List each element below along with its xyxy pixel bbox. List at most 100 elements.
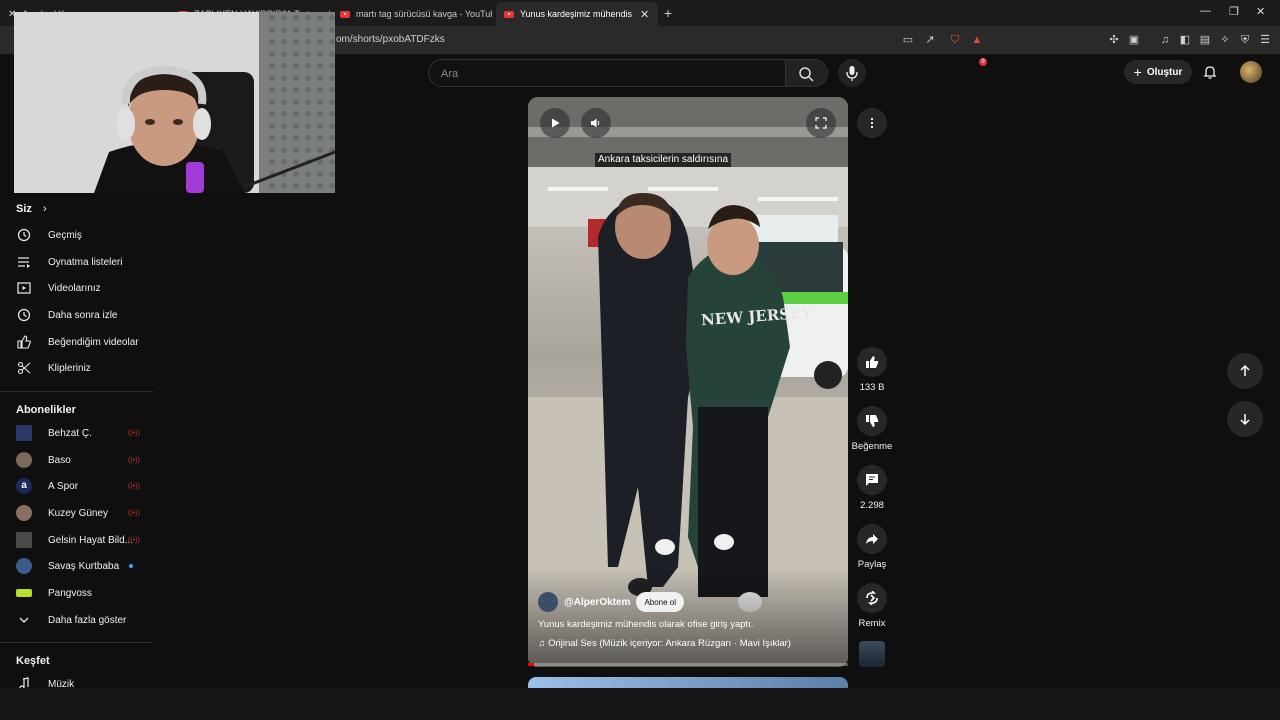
volume-button[interactable] — [581, 108, 611, 138]
progress-fill — [528, 663, 535, 666]
menu-icon[interactable]: ☰ — [1258, 33, 1272, 47]
share-page-icon[interactable]: ↗ — [923, 33, 937, 47]
you-section-title[interactable]: Siz › — [16, 203, 47, 215]
comment-icon — [866, 474, 878, 486]
search-button[interactable] — [786, 59, 828, 87]
sidebar-item-label: Oynatma listeleri — [48, 256, 123, 268]
sidebar-subscription[interactable]: Kuzey Güney ((•)) — [16, 503, 152, 523]
sidebar-item-label: Savaş Kurtbaba — [48, 560, 120, 572]
create-button[interactable]: + Oluştur — [1124, 60, 1192, 84]
sidebar-item-watch-later[interactable]: Daha sonra izle — [16, 305, 152, 325]
notifications-button[interactable] — [1202, 64, 1218, 85]
thumb-down-icon — [866, 415, 879, 427]
music-note-icon: ♫ — [538, 638, 546, 649]
comments-button[interactable] — [857, 465, 887, 495]
share-icon — [866, 534, 878, 544]
sidebar-item-label: Gelsin Hayat Bild... — [48, 534, 134, 546]
video-title[interactable]: Yunus kardeşimiz mühendis olarak ofise g… — [538, 619, 753, 630]
subscribe-button[interactable]: Abone ol — [636, 592, 685, 612]
play-button[interactable] — [540, 108, 570, 138]
chevron-down-icon — [16, 612, 32, 628]
channel-avatar — [16, 532, 32, 548]
like-button[interactable] — [857, 347, 887, 377]
brave-shield-icon[interactable]: ⛉ — [948, 33, 962, 47]
tab-label: Yunus kardeşimiz mühendis olar — [520, 9, 632, 19]
sidebar-item-your-videos[interactable]: Videolarınız — [16, 278, 152, 298]
arrow-up-icon — [1240, 364, 1250, 376]
sidebar-item-label: Videolarınız — [48, 282, 101, 294]
show-more-button[interactable]: Daha fazla göster — [16, 610, 152, 630]
fullscreen-button[interactable] — [806, 108, 836, 138]
youtube-favicon-icon — [340, 10, 350, 18]
dislike-button[interactable] — [857, 406, 887, 436]
music-text: Orijinal Ses (Müzik içeriyor: Ankara Rüz… — [548, 638, 791, 649]
sidebar-subscription[interactable]: Pangvoss — [16, 583, 152, 603]
brave-rewards-icon[interactable]: ▲ — [970, 33, 984, 47]
close-tab-icon[interactable]: ✕ — [640, 8, 649, 21]
sidebar-subscription[interactable]: Baso ((•)) — [16, 450, 152, 470]
live-icon: ((•)) — [128, 536, 140, 544]
minimize-icon[interactable]: — — [1200, 5, 1211, 17]
sidebar-item-label: A Spor — [48, 480, 79, 492]
live-icon: ((•)) — [128, 509, 140, 517]
new-tab-button[interactable]: + — [664, 5, 672, 21]
channel-avatar — [16, 589, 32, 597]
voice-search-button[interactable] — [838, 59, 866, 87]
sidebar-divider — [0, 391, 153, 392]
leo-ai-icon[interactable]: ✧ — [1218, 33, 1232, 47]
remix-button[interactable] — [857, 583, 887, 613]
browser-tab[interactable]: martı tag sürücüsü kavga - YouTube — [332, 2, 492, 26]
cast-icon[interactable]: ▭ — [901, 33, 915, 47]
webcam-overlay — [14, 12, 335, 193]
close-window-icon[interactable]: ✕ — [1256, 5, 1265, 18]
wallet-icon[interactable]: ▣ — [1127, 33, 1141, 47]
sidebar-subscription[interactable]: Gelsin Hayat Bild... ((•)) — [16, 530, 152, 550]
video-progress-bar[interactable] — [528, 663, 848, 666]
volume-icon — [591, 118, 600, 128]
browser-tab-active[interactable]: Yunus kardeşimiz mühendis olar ✕ — [496, 2, 658, 26]
arrow-down-icon — [1240, 414, 1250, 426]
more-options-button[interactable] — [857, 108, 887, 138]
sidebar-item-playlists[interactable]: Oynatma listeleri — [16, 252, 152, 272]
wallet-card-icon[interactable]: ▤ — [1198, 33, 1212, 47]
next-short-button[interactable] — [1227, 401, 1263, 437]
extensions-icon[interactable]: ✣ — [1107, 33, 1121, 47]
sidebar-item-liked-videos[interactable]: Beğendiğim videolar — [16, 332, 152, 352]
sidebar-item-clips[interactable]: Klipleriniz — [16, 358, 152, 378]
channel-name[interactable]: @AlperOktem — [564, 597, 630, 608]
restore-icon[interactable]: ❐ — [1229, 5, 1239, 18]
previous-short-button[interactable] — [1227, 353, 1263, 389]
thumb-up-icon — [16, 334, 32, 350]
video-icon — [16, 280, 32, 296]
live-icon: ((•)) — [128, 456, 140, 464]
search-input[interactable]: Ara — [428, 59, 786, 87]
microphone-icon — [846, 66, 858, 81]
subscriptions-title: Abonelikler — [16, 404, 76, 416]
video-frame: NEW JERSEY — [528, 97, 848, 667]
sidebar-item-label: Behzat Ç. — [48, 427, 92, 439]
music-attribution[interactable]: ♫ Orijinal Ses (Müzik içeriyor: Ankara Rü… — [538, 638, 791, 649]
search-icon — [799, 67, 814, 82]
youtube-favicon-icon — [504, 10, 514, 18]
comment-count: 2.298 — [860, 500, 884, 511]
sidebar-item-label: Geçmiş — [48, 229, 82, 241]
sound-thumbnail[interactable] — [859, 641, 885, 667]
short-video-player[interactable]: NEW JERSEY — [528, 97, 848, 667]
account-avatar[interactable] — [1240, 61, 1262, 83]
sidebar-subscription[interactable]: Savaş Kurtbaba — [16, 556, 152, 576]
sidebar-item-label: Kuzey Güney — [48, 507, 109, 519]
media-icon[interactable]: ♫ — [1158, 33, 1172, 47]
share-button[interactable] — [857, 524, 887, 554]
sidebar-item-history[interactable]: Geçmiş — [16, 225, 152, 245]
sidebar-subscription[interactable]: a A Spor ((•)) — [16, 476, 152, 496]
video-caption: Ankara taksicilerin saldırısına — [595, 153, 732, 167]
vpn-shield-icon[interactable]: ⛨ — [1238, 33, 1252, 47]
url-field[interactable]: om/shorts/pxobATDFzks — [336, 34, 445, 45]
play-icon — [552, 118, 560, 128]
sidebar-toggle-icon[interactable]: ◧ — [1178, 33, 1192, 47]
thumb-up-icon — [866, 356, 879, 368]
sidebar-item-label: Klipleriniz — [48, 362, 91, 374]
sidebar-item-label: Pangvoss — [48, 587, 92, 599]
sidebar-subscription[interactable]: Behzat Ç. ((•)) — [16, 423, 152, 443]
channel-avatar[interactable] — [538, 592, 558, 612]
